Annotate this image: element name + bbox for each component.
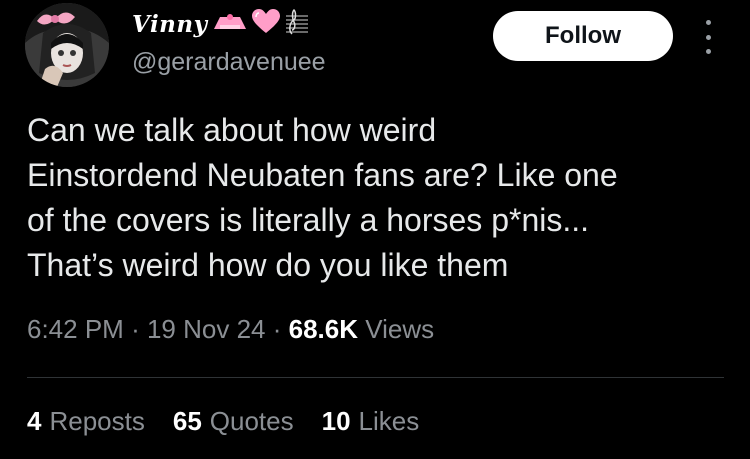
display-name[interactable]: Vinny [132,11,208,38]
quotes-stat[interactable]: 65 Quotes [173,406,294,437]
music-staff-icon [284,8,310,41]
avatar[interactable] [25,3,109,87]
pink-heart-icon [251,8,280,40]
separator: · [272,314,282,344]
reposts-label: Reposts [49,406,145,436]
engagement-stats: 4 Reposts 65 Quotes 10 Likes [27,406,419,437]
likes-count: 10 [321,406,351,436]
tweet-date[interactable]: 19 Nov 24 [147,314,266,344]
more-options-icon[interactable] [698,20,718,54]
likes-stat[interactable]: 10 Likes [322,406,420,437]
likes-label: Likes [358,406,420,436]
user-handle[interactable]: @gerardavenuee [132,48,326,77]
follow-button[interactable]: Follow [493,11,673,61]
tweet-meta: 6:42 PM · 19 Nov 24 · 68.6K Views [27,314,434,345]
pink-bow-icon [212,11,248,38]
dot [705,49,711,54]
dot [705,34,711,40]
avatar-image [25,3,109,87]
reposts-stat[interactable]: 4 Reposts [27,406,145,437]
views-label: Views [365,314,435,344]
quotes-count: 65 [172,406,202,436]
tweet-time[interactable]: 6:42 PM [27,314,124,344]
quotes-label: Quotes [209,406,294,436]
tweet: Vinny @gerardavenuee Follow Can we talk … [0,0,750,459]
tweet-text: Can we talk about how weird Einstordend … [27,112,618,283]
views-count[interactable]: 68.6K [289,314,358,344]
separator: · [131,314,140,344]
dot [705,20,711,25]
reposts-count: 4 [27,406,42,436]
display-name-row: Vinny [132,6,310,42]
divider [27,377,724,378]
